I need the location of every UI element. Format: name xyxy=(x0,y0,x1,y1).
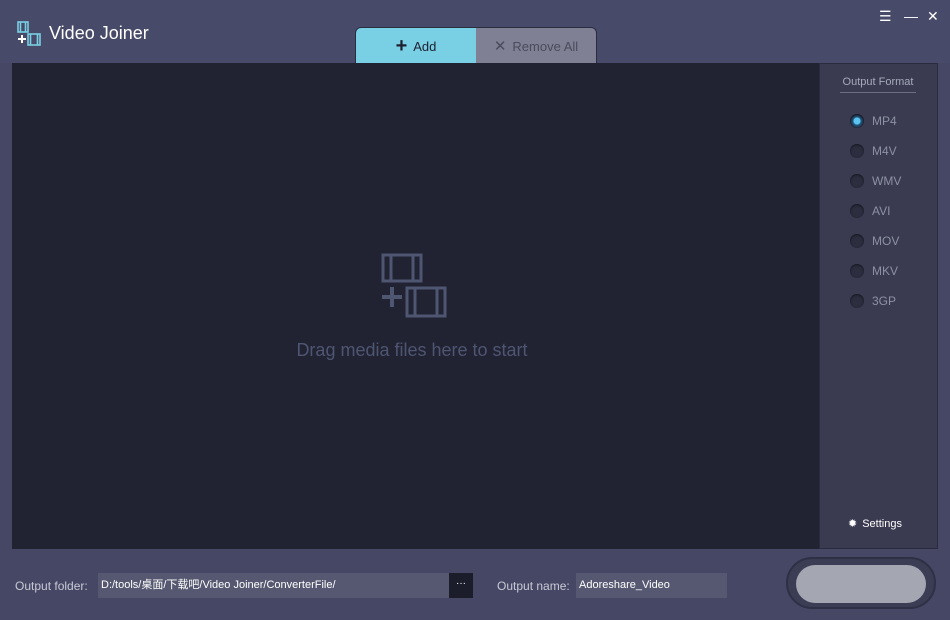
output-folder-label: Output folder: xyxy=(15,579,88,593)
plus-icon: + xyxy=(395,34,408,57)
format-label: MKV xyxy=(872,264,899,278)
radio-button[interactable] xyxy=(850,204,864,218)
settings-label: Settings xyxy=(862,517,902,530)
format-label: 3GP xyxy=(872,294,897,308)
browse-button[interactable]: ··· xyxy=(449,573,473,598)
format-label: AVI xyxy=(872,204,891,218)
radio-button[interactable] xyxy=(850,294,864,308)
format-label: MP4 xyxy=(872,114,897,128)
remove-all-label: Remove All xyxy=(512,38,579,54)
radio-button[interactable] xyxy=(850,144,864,158)
radio-button[interactable] xyxy=(850,174,864,188)
add-label: Add xyxy=(413,38,437,54)
drop-zone[interactable]: Drag media files here to start xyxy=(12,63,819,549)
x-icon: ✕ xyxy=(493,38,507,55)
remove-all-button[interactable]: ✕ Remove All xyxy=(476,28,596,63)
format-option-mp4[interactable]: MP4 xyxy=(850,114,897,128)
output-name-label: Output name: xyxy=(497,579,570,593)
format-label: M4V xyxy=(872,144,897,158)
format-label: MOV xyxy=(872,234,900,248)
drop-hint: Drag media files here to start xyxy=(296,340,528,360)
film-add-icon xyxy=(17,21,41,46)
add-button[interactable]: + Add xyxy=(356,28,476,63)
format-option-wmv[interactable]: WMV xyxy=(850,174,901,188)
format-option-avi[interactable]: AVI xyxy=(850,204,890,218)
minimize-icon[interactable]: — xyxy=(904,8,918,24)
format-option-3gp[interactable]: 3GP xyxy=(850,294,896,308)
settings-button[interactable]: ✹ Settings xyxy=(848,517,902,531)
close-icon[interactable]: ✕ xyxy=(927,8,939,25)
output-format-title: Output Format xyxy=(840,76,916,93)
film-add-icon xyxy=(381,253,447,318)
radio-button[interactable] xyxy=(850,114,864,128)
output-format-panel: Output Format MP4 M4V WMV AVI MOV MKV 3GP ✹ Se… xyxy=(819,63,938,549)
app-title: Video Joiner xyxy=(49,23,149,43)
format-option-mov[interactable]: MOV xyxy=(850,234,899,248)
convert-button-face xyxy=(796,565,926,603)
toolbar: + Add ✕ Remove All xyxy=(355,27,597,63)
format-option-mkv[interactable]: MKV xyxy=(850,264,898,278)
format-label: WMV xyxy=(872,174,902,188)
radio-button[interactable] xyxy=(850,264,864,278)
radio-button[interactable] xyxy=(850,234,864,248)
output-folder-input[interactable]: D:/tools/桌面/下载吧/Video Joiner/ConverterFi… xyxy=(98,573,449,598)
output-name-input[interactable]: Adoreshare_Video xyxy=(576,573,727,598)
menu-icon[interactable]: ☰ xyxy=(879,8,892,25)
format-option-m4v[interactable]: M4V xyxy=(850,144,897,158)
gear-icon: ✹ xyxy=(848,518,858,530)
convert-button[interactable] xyxy=(786,557,936,609)
